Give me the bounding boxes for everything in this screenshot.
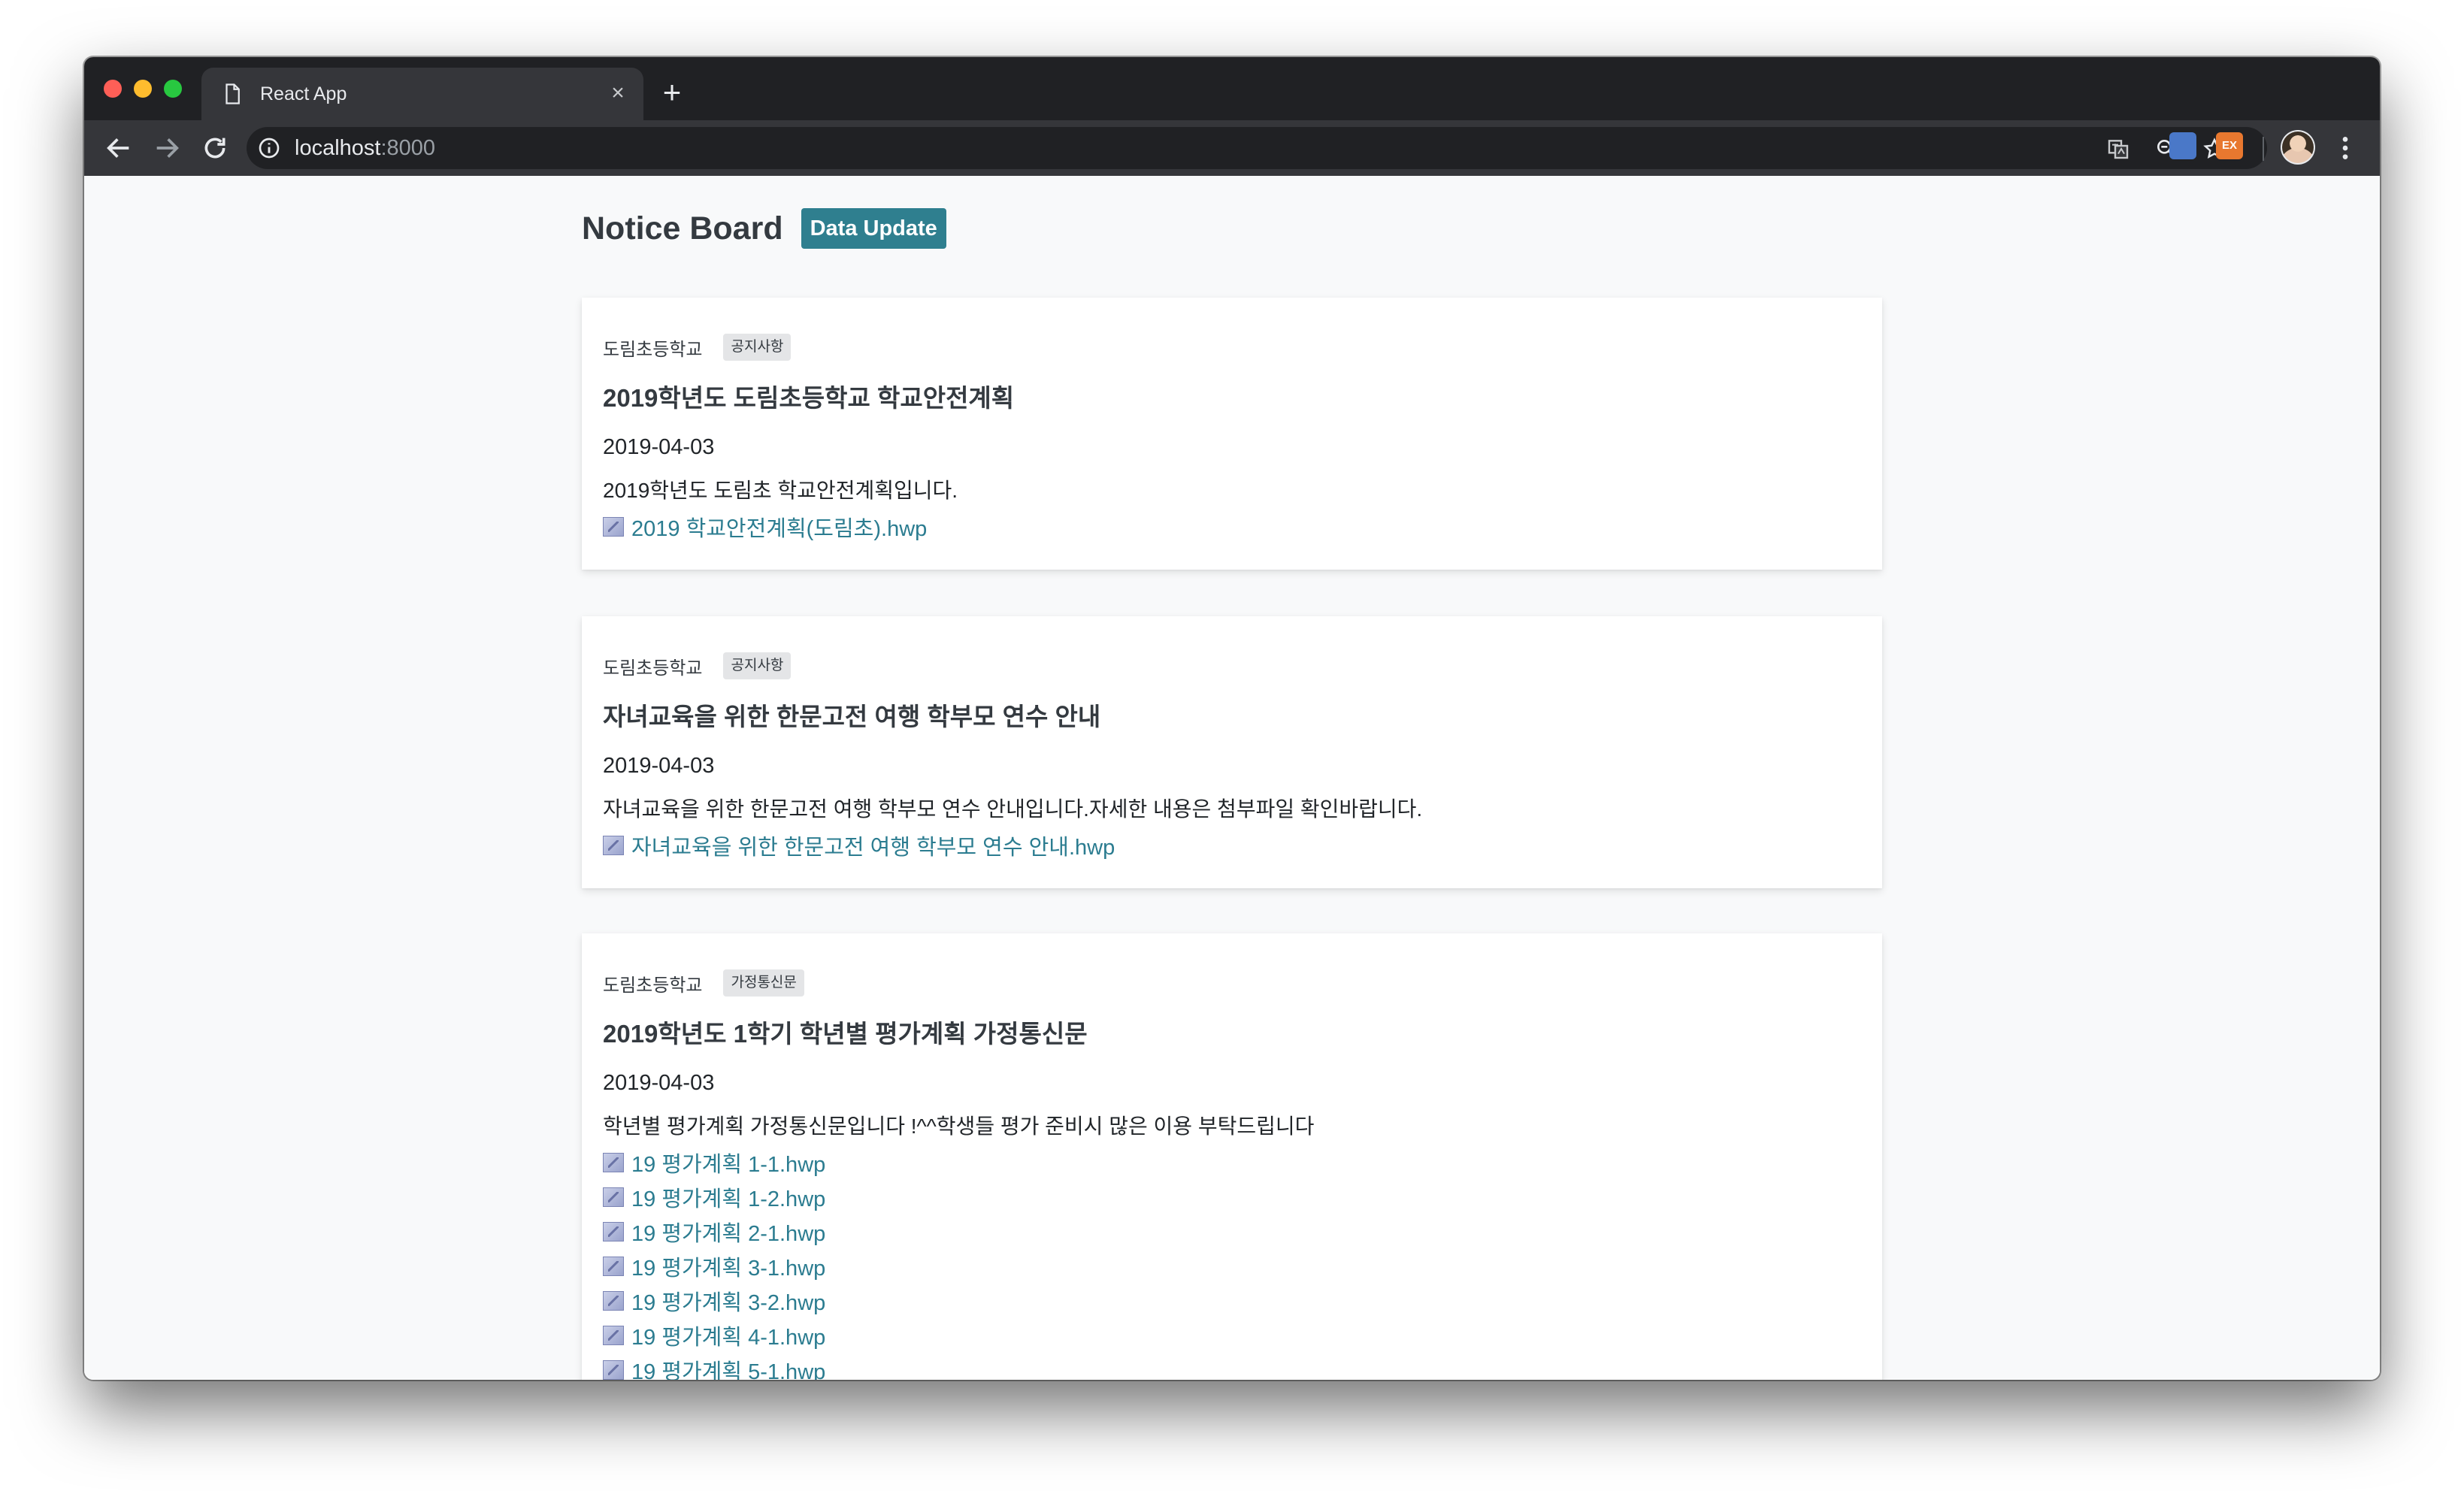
attachment-link[interactable]: 19 평가계획 1-1.hwp — [603, 1145, 1861, 1180]
window-maximize-button[interactable] — [164, 80, 182, 98]
menu-icon[interactable] — [2330, 133, 2360, 163]
notice-card: 도림초등학교 가정통신문 2019학년도 1학기 학년별 평가계획 가정통신문 … — [582, 933, 1882, 1380]
attachment-link[interactable]: 19 평가계획 5-1.hwp — [603, 1353, 1861, 1380]
toolbar-separator — [2263, 137, 2264, 161]
attachment-filename[interactable]: 19 평가계획 4-1.hwp — [631, 1320, 825, 1351]
profile-avatar[interactable] — [2282, 132, 2314, 163]
translate-icon[interactable] — [2106, 137, 2130, 161]
tab-title: React App — [260, 83, 347, 104]
post-title: 자녀교육을 위한 한문고전 여행 학부모 연수 안내 — [603, 703, 1101, 730]
file-icon — [603, 1257, 624, 1276]
attachment-link[interactable]: 19 평가계획 3-2.hwp — [603, 1284, 1861, 1318]
post-body: 학년별 평가계획 가정통신문입니다 !^^학생들 평가 준비시 많은 이용 부탁… — [603, 1114, 1315, 1138]
url-host: localhost — [295, 136, 381, 160]
data-update-button[interactable]: Data Update — [801, 208, 946, 249]
post-date: 2019-04-03 — [603, 1071, 715, 1095]
file-icon — [603, 836, 624, 855]
attachment-list: 자녀교육을 위한 한문고전 여행 학부모 연수 안내.hwp — [603, 828, 1861, 863]
attachment-link[interactable]: 19 평가계획 3-1.hwp — [603, 1249, 1861, 1284]
attachment-filename[interactable]: 19 평가계획 3-1.hwp — [631, 1251, 825, 1282]
ex-extension-icon[interactable]: EX — [2216, 132, 2243, 159]
post-meta: 도림초등학교 가정통신문 — [603, 968, 1861, 998]
page-title: Notice Board — [582, 210, 783, 246]
attachment-link[interactable]: 19 평가계획 4-1.hwp — [603, 1318, 1861, 1353]
address-bar[interactable]: localhost:8000 — [247, 127, 2267, 169]
school-name: 도림초등학교 — [603, 658, 703, 679]
page-content: Notice Board Data Update 도림초등학교 공지사항 201… — [84, 176, 2380, 1380]
tab-react-app[interactable]: React App × — [201, 68, 643, 120]
notice-card: 도림초등학교 공지사항 2019학년도 도림초등학교 학교안전계획 2019-0… — [582, 298, 1882, 570]
close-tab-icon[interactable]: × — [606, 81, 630, 105]
file-icon — [603, 1291, 624, 1311]
post-meta: 도림초등학교 공지사항 — [603, 651, 1861, 681]
post-title: 2019학년도 1학기 학년별 평가계획 가정통신문 — [603, 1020, 1088, 1048]
forward-icon[interactable] — [152, 133, 182, 163]
category-badge: 가정통신문 — [723, 969, 804, 997]
attachment-link[interactable]: 19 평가계획 1-2.hwp — [603, 1180, 1861, 1214]
file-icon — [603, 1360, 624, 1380]
browser-toolbar: localhost:8000 EX — [84, 120, 2380, 176]
school-name: 도림초등학교 — [603, 339, 703, 360]
attachment-link[interactable]: 2019 학교안전계획(도림초).hwp — [603, 510, 1861, 544]
category-badge: 공지사항 — [723, 652, 792, 679]
url-port: :8000 — [380, 136, 436, 160]
google-translate-extension-icon[interactable] — [2169, 132, 2196, 159]
post-meta: 도림초등학교 공지사항 — [603, 332, 1861, 362]
category-badge: 공지사항 — [723, 334, 792, 361]
post-date: 2019-04-03 — [603, 754, 715, 778]
notice-card: 도림초등학교 공지사항 자녀교육을 위한 한문고전 여행 학부모 연수 안내 2… — [582, 616, 1882, 888]
window-minimize-button[interactable] — [134, 80, 152, 98]
attachment-filename[interactable]: 19 평가계획 3-2.hwp — [631, 1285, 825, 1317]
file-icon — [603, 1153, 624, 1172]
file-icon — [603, 1326, 624, 1345]
tab-strip: React App × + — [84, 57, 2380, 120]
reload-icon[interactable] — [200, 133, 230, 163]
info-icon[interactable] — [257, 136, 281, 160]
attachment-list: 2019 학교안전계획(도림초).hwp — [603, 510, 1861, 544]
post-body: 2019학년도 도림초 학교안전계획입니다. — [603, 479, 958, 502]
file-icon — [603, 1187, 624, 1207]
page-icon — [226, 83, 240, 104]
post-title: 2019학년도 도림초등학교 학교안전계획 — [603, 384, 1015, 412]
school-name: 도림초등학교 — [603, 975, 703, 996]
url-text: localhost:8000 — [295, 137, 435, 159]
attachment-list: 19 평가계획 1-1.hwp 19 평가계획 1-2.hwp 19 평가계획 … — [603, 1145, 1861, 1380]
attachment-link[interactable]: 19 평가계획 2-1.hwp — [603, 1214, 1861, 1249]
attachment-filename[interactable]: 19 평가계획 2-1.hwp — [631, 1216, 825, 1248]
post-date: 2019-04-03 — [603, 435, 715, 459]
file-icon — [603, 1222, 624, 1241]
attachment-filename[interactable]: 19 평가계획 1-1.hwp — [631, 1147, 825, 1178]
attachment-filename[interactable]: 19 평가계획 5-1.hwp — [631, 1354, 825, 1380]
browser-window: React App × + localhost:8000 EX Notice B… — [84, 57, 2380, 1380]
attachment-link[interactable]: 자녀교육을 위한 한문고전 여행 학부모 연수 안내.hwp — [603, 828, 1861, 863]
new-tab-button[interactable]: + — [657, 77, 687, 108]
post-body: 자녀교육을 위한 한문고전 여행 학부모 연수 안내입니다.자세한 내용은 첨부… — [603, 797, 1423, 821]
attachment-filename[interactable]: 2019 학교안전계획(도림초).hwp — [631, 511, 927, 543]
file-icon — [603, 517, 624, 537]
page-header: Notice Board Data Update — [582, 207, 946, 250]
back-icon[interactable] — [104, 133, 134, 163]
attachment-filename[interactable]: 자녀교육을 위한 한문고전 여행 학부모 연수 안내.hwp — [631, 830, 1115, 861]
window-close-button[interactable] — [104, 80, 122, 98]
attachment-filename[interactable]: 19 평가계획 1-2.hwp — [631, 1181, 825, 1213]
